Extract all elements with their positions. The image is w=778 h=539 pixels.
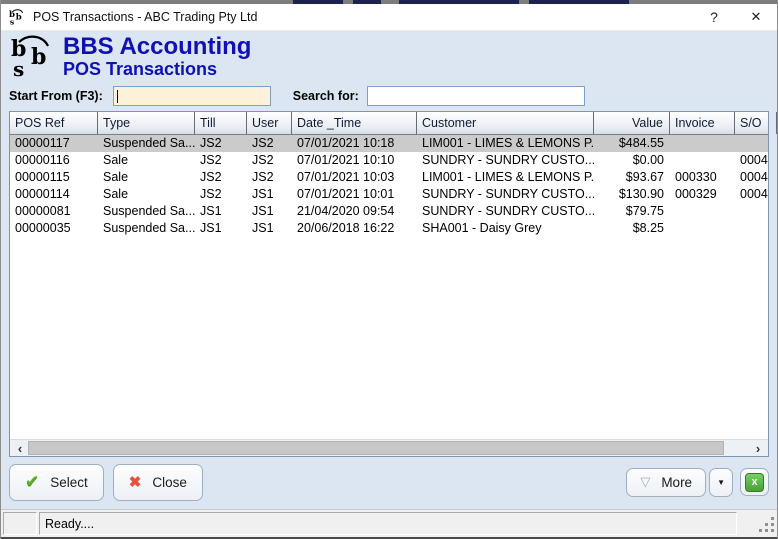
button-row: ✔ Select ✖ Close ▽ More ▼ x	[9, 463, 769, 501]
column-header-customer[interactable]: Customer	[417, 112, 594, 134]
svg-text:b: b	[16, 13, 22, 23]
brand-header: b b s BBS Accounting POS Transactions	[9, 34, 769, 82]
select-button[interactable]: ✔ Select	[9, 464, 104, 501]
column-header-pos-ref[interactable]: POS Ref	[10, 112, 98, 134]
status-bar: Ready....	[1, 509, 777, 539]
background-text-fragment	[399, 0, 519, 4]
status-message: Ready....	[39, 512, 737, 535]
search-controls: Start From (F3): Search for:	[9, 84, 769, 108]
export-excel-button[interactable]: x	[740, 468, 769, 496]
red-x-icon: ✖	[129, 473, 142, 491]
title-bar[interactable]: b b s POS Transactions - ABC Trading Pty…	[1, 4, 777, 31]
excel-icon: x	[745, 473, 764, 492]
table-row[interactable]: 00000114 Sale JS2 JS1 07/01/2021 10:01 S…	[10, 186, 768, 203]
close-button[interactable]: ✖ Close	[113, 464, 203, 501]
column-header-invoice[interactable]: Invoice	[670, 112, 735, 134]
start-from-input[interactable]	[113, 86, 271, 106]
background-text-fragment	[529, 0, 629, 4]
horizontal-scrollbar[interactable]: ‹ ›	[10, 439, 768, 456]
screen-title: POS Transactions	[63, 59, 251, 79]
start-from-label: Start From (F3):	[9, 89, 103, 103]
search-input[interactable]	[367, 86, 585, 106]
table-row[interactable]: 00000117 Suspended Sa... JS2 JS2 07/01/2…	[10, 135, 768, 152]
chevron-down-icon: ▼	[717, 478, 725, 487]
column-header-date-time[interactable]: Date _Time	[292, 112, 417, 134]
triangle-down-icon: ▽	[640, 474, 650, 490]
column-header-user[interactable]: User	[247, 112, 292, 134]
bbs-logo-icon: b b s	[9, 34, 55, 80]
text-caret	[117, 90, 118, 103]
help-button[interactable]: ?	[693, 4, 735, 30]
transactions-grid: POS Ref Type Till User Date _Time Custom…	[9, 111, 769, 457]
svg-text:b: b	[31, 44, 46, 70]
search-for-label: Search for:	[293, 89, 359, 103]
select-button-label: Select	[50, 475, 88, 490]
scroll-right-arrow-icon[interactable]: ›	[750, 440, 766, 456]
column-header-till[interactable]: Till	[195, 112, 247, 134]
status-panel-left	[3, 512, 37, 535]
scroll-left-arrow-icon[interactable]: ‹	[12, 440, 28, 456]
more-button-label: More	[661, 475, 692, 490]
pos-transactions-window: b b s POS Transactions - ABC Trading Pty…	[0, 0, 778, 539]
app-icon: b b s	[9, 8, 26, 26]
window-title: POS Transactions - ABC Trading Pty Ltd	[33, 10, 693, 24]
window-close-button[interactable]: ✕	[735, 4, 777, 30]
background-text-fragment	[353, 0, 381, 4]
dialog-body: b b s BBS Accounting POS Transactions St…	[1, 31, 777, 511]
column-header-value[interactable]: Value	[594, 112, 670, 134]
column-header-type[interactable]: Type	[98, 112, 195, 134]
svg-text:s: s	[13, 57, 24, 80]
table-row[interactable]: 00000035 Suspended Sa... JS1 JS1 20/06/2…	[10, 220, 768, 237]
table-row[interactable]: 00000116 Sale JS2 JS2 07/01/2021 10:10 S…	[10, 152, 768, 169]
svg-text:s: s	[10, 18, 14, 26]
resize-grip[interactable]	[758, 517, 774, 533]
background-window-edge	[1, 0, 777, 4]
table-row[interactable]: 00000081 Suspended Sa... JS1 JS1 21/04/2…	[10, 203, 768, 220]
app-title: BBS Accounting	[63, 34, 251, 59]
check-icon: ✔	[25, 472, 39, 492]
table-row[interactable]: 00000115 Sale JS2 JS2 07/01/2021 10:03 L…	[10, 169, 768, 186]
more-button[interactable]: ▽ More	[626, 468, 706, 497]
grid-body: 00000117 Suspended Sa... JS2 JS2 07/01/2…	[10, 135, 768, 439]
grid-header-row: POS Ref Type Till User Date _Time Custom…	[10, 112, 768, 135]
column-header-so[interactable]: S/O	[735, 112, 777, 134]
more-dropdown-button[interactable]: ▼	[709, 468, 733, 497]
close-button-label: Close	[152, 475, 187, 490]
scrollbar-thumb[interactable]	[28, 441, 724, 455]
background-text-fragment	[293, 0, 343, 4]
